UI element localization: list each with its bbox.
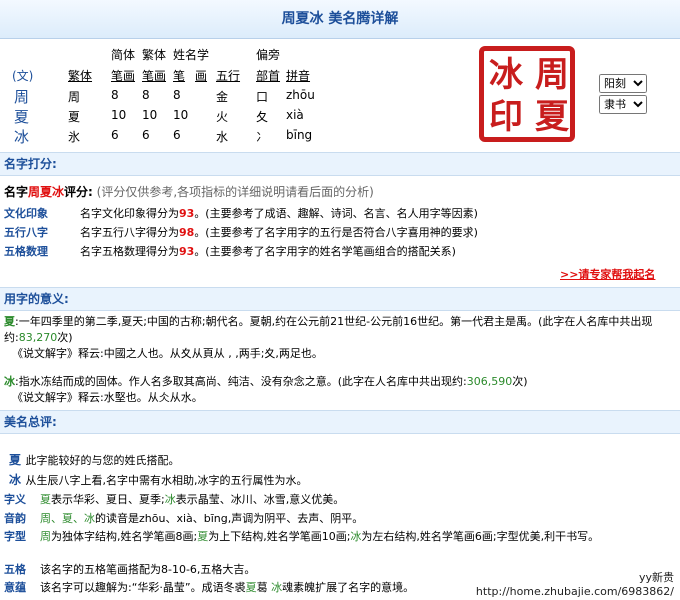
summary-row-text: 表示华彩、夏日、夏季; xyxy=(51,493,165,506)
summary-row: 五格 该名字的五格笔画搭配为8-10-6,五格大吉。 xyxy=(4,562,676,578)
summary-row-text: 魂素魄扩展了名字的意境。 xyxy=(282,581,415,594)
summary-row-label: 音韵 xyxy=(4,512,26,525)
page-title: 周夏冰 美名腾详解 xyxy=(0,0,680,39)
score-intro: 名字周夏冰评分: (评分仅供参考,各项指标的详细说明请看后面的分析) xyxy=(4,185,374,199)
row2-c2: 10 xyxy=(142,108,158,122)
summary-row-text: 周、夏、冰 xyxy=(40,512,95,525)
row3-trad: 氷 xyxy=(68,130,81,144)
summary-row-text: 为独体字结构,姓名学笔画8画; xyxy=(51,530,198,543)
hdr-wuxing: 五行 xyxy=(216,69,241,83)
summary-row-text: 周 xyxy=(40,530,51,543)
name-seal-image: 周 冰 夏 印 xyxy=(479,46,575,142)
hdr-bushou: 部首 xyxy=(256,69,281,83)
summary-section-header: 美名总评: xyxy=(0,410,680,434)
row3-c1: 6 xyxy=(111,128,119,142)
hdr-fanti: 繁体 xyxy=(68,69,93,83)
row3-c2: 6 xyxy=(142,128,150,142)
seal-char-bing: 冰 xyxy=(489,55,523,95)
summary-row-text: 夏 xyxy=(40,493,51,506)
watermark-url: http://home.zhubajie.com/6983862/ xyxy=(475,585,674,598)
char-table: 简体 繁体 姓名学 偏旁 (文) 繁体 笔画 笔画 笔 画 五行 部首 拼音 周… xyxy=(0,40,680,148)
summary-row-text: 夏 xyxy=(197,530,209,543)
summary-row-text: 冰 xyxy=(350,530,362,543)
row2-c3: 10 xyxy=(173,108,189,122)
row1-char: 周 xyxy=(14,88,30,106)
summary-row-text: 该名字的五格笔画搭配为8-10-6,五格大吉。 xyxy=(40,563,256,576)
summary-row-text: 葛 xyxy=(256,581,272,594)
seal-char-zhou: 周 xyxy=(535,55,569,95)
score-row-culture: 文化印象 名字文化印象得分为93。(主要参考了成语、趣解、诗词、名言、名人用字等… xyxy=(4,207,478,220)
row2-trad: 夏 xyxy=(68,110,81,124)
score-row-wuge: 五格数理 名字五格数理得分为93。(主要参考了名字用字的姓名学笔画组合的搭配关系… xyxy=(4,245,456,258)
summary-row-text: 表示晶莹、冰川、冰雪,意义优美。 xyxy=(175,493,345,506)
summary-row: 音韵 周、夏、冰的读音是zhōu、xià、bīng,声调为阴平、去声、阴平。 xyxy=(4,511,676,527)
summary-line-1: 夏 此字能较好的与您的姓氏搭配。 xyxy=(8,453,180,467)
seal-char-xia: 夏 xyxy=(535,97,569,137)
row2-bs: 夂 xyxy=(256,110,269,124)
seal-carve-select[interactable]: 阳刻 xyxy=(599,74,647,93)
row1-trad: 周 xyxy=(68,90,81,104)
summary-row-label: 五格 xyxy=(4,563,26,576)
row1-py: zhōu xyxy=(286,88,315,102)
summary-row: 字义 夏表示华彩、夏日、夏季;冰表示晶莹、冰川、冰雪,意义优美。 xyxy=(4,492,676,508)
expert-naming-link[interactable]: >>请专家帮我起名 xyxy=(560,266,655,282)
hdr-bi: 笔 xyxy=(173,69,186,83)
summary-row: 字型 周为独体字结构,姓名学笔画8画;夏为上下结构,姓名学笔画10画;冰为左右结构… xyxy=(4,529,676,545)
row2-c1: 10 xyxy=(111,108,127,122)
row2-char: 夏 xyxy=(14,108,30,126)
row3-wx: 水 xyxy=(216,130,229,144)
row2-wx: 火 xyxy=(216,110,229,124)
seal-char-yin: 印 xyxy=(489,97,523,137)
summary-row-text: 冰 xyxy=(271,581,283,594)
row3-py: bīng xyxy=(286,128,313,142)
summary-row-label: 意蕴 xyxy=(4,581,26,594)
summary-row-text: 该名字可以趣解为:“华彩·晶莹”。成语冬裘 xyxy=(40,581,246,594)
summary-row-text: 夏 xyxy=(245,581,257,594)
row1-bs: 口 xyxy=(256,90,269,104)
row2-py: xià xyxy=(286,108,304,122)
meaning-xia: 夏:一年四季里的第二季,夏天;中国的古称;朝代名。夏朝,约在公元前21世纪-公元… xyxy=(4,315,653,360)
hdr-bihua-1: 笔画 xyxy=(111,69,136,83)
hdr-simp: 简体 xyxy=(111,48,136,62)
row3-char: 冰 xyxy=(14,128,30,146)
score-section-header: 名字打分: xyxy=(0,152,680,176)
meaning-section-header: 用字的意义: xyxy=(0,287,680,311)
hdr-wen: (文) xyxy=(12,69,34,83)
row3-c3: 6 xyxy=(173,128,181,142)
row1-c3: 8 xyxy=(173,88,181,102)
summary-row-text: 冰 xyxy=(164,493,176,506)
hdr-pian: 偏旁 xyxy=(256,48,281,62)
row3-bs: 冫 xyxy=(256,130,269,144)
hdr-bihua-2: 笔画 xyxy=(142,69,167,83)
summary-row-label: 字义 xyxy=(4,493,26,506)
row1-c2: 8 xyxy=(142,88,150,102)
meaning-bing: 冰:指水冻结而成的固体。作人名多取其高尚、纯洁、没有杂念之意。(此字在人名库中共… xyxy=(4,375,528,404)
row1-c1: 8 xyxy=(111,88,119,102)
score-row-wuxing: 五行八字 名字五行八字得分为98。(主要参考了名字用字的五行是否符合八字喜用神的… xyxy=(4,226,478,239)
watermark-author: yy新贵 xyxy=(638,571,674,584)
summary-row-text: 的读音是zhōu、xià、bīng,声调为阴平、去声、阴平。 xyxy=(95,512,364,525)
seal-font-select[interactable]: 隶书 xyxy=(599,95,647,114)
summary-row-text: 为左右结构,姓名学笔画6画;字型优美,利干书写。 xyxy=(361,530,600,543)
summary-row-label: 字型 xyxy=(4,530,26,543)
hdr-trad: 繁体 xyxy=(142,48,167,62)
hdr-pinyin: 拼音 xyxy=(286,69,311,83)
hdr-name: 姓名学 xyxy=(173,48,210,62)
summary-line-2: 冰 从生辰八字上看,名字中需有水相助,冰字的五行属性为水。 xyxy=(8,473,308,487)
summary-row-text: 为上下结构,姓名学笔画10画; xyxy=(208,530,351,543)
row1-wx: 金 xyxy=(216,90,229,104)
hdr-hua: 画 xyxy=(195,69,208,83)
